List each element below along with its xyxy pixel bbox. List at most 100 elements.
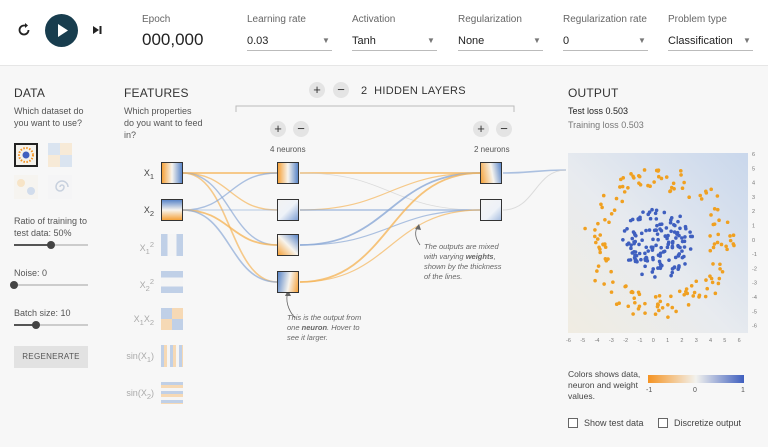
data-point-orange (642, 168, 647, 172)
data-point-orange (643, 301, 647, 306)
data-point-blue (639, 231, 644, 236)
data-point-blue (625, 227, 629, 231)
data-point-orange (652, 180, 656, 184)
remove-neuron-layer2-button[interactable]: − (496, 121, 512, 137)
data-point-blue (635, 259, 639, 264)
data-point-blue (676, 253, 681, 258)
data-point-blue (659, 228, 664, 233)
data-point-orange (732, 243, 736, 248)
data-point-orange (708, 234, 712, 238)
data-point-orange (715, 194, 720, 198)
data-point-orange (632, 176, 636, 180)
data-point-orange (604, 258, 609, 263)
data-point-blue (678, 245, 682, 250)
data-point-orange (691, 294, 696, 298)
show-test-data-checkbox[interactable] (568, 418, 578, 428)
data-point-orange (716, 232, 721, 237)
hidden-layers-title: 2 HIDDEN LAYERS (361, 85, 466, 97)
data-point-orange (646, 183, 650, 188)
neuron-l2-1[interactable] (480, 162, 502, 184)
discretize-output-checkbox[interactable] (658, 418, 668, 428)
remove-layer-button[interactable]: − (333, 82, 349, 98)
add-layer-button[interactable]: + (309, 82, 325, 98)
data-point-orange (664, 175, 669, 179)
x-tick-label: 1 (666, 338, 669, 344)
data-point-blue (670, 244, 675, 249)
data-point-orange (682, 180, 686, 185)
data-point-blue (655, 223, 659, 228)
data-point-blue (646, 249, 651, 253)
data-point-orange (626, 304, 631, 309)
data-point-blue (625, 242, 630, 247)
data-point-blue (651, 237, 655, 242)
data-point-orange (709, 187, 713, 192)
show-test-data-label: Show test data (584, 418, 644, 428)
data-point-orange (658, 299, 663, 304)
data-point-orange (669, 294, 673, 299)
neuron-l1-4[interactable] (277, 271, 299, 293)
data-point-orange (669, 185, 674, 190)
data-point-blue (670, 267, 675, 271)
data-point-orange (653, 312, 658, 317)
y-tick-label: 4 (752, 181, 755, 187)
data-point-orange (638, 182, 643, 187)
data-point-blue (666, 233, 670, 238)
data-point-orange (728, 234, 732, 238)
data-point-orange (682, 292, 686, 297)
y-tick-label: 3 (752, 195, 755, 201)
data-point-orange (678, 169, 683, 173)
neuron-l2-2[interactable] (480, 199, 502, 221)
y-tick-label: -1 (752, 252, 757, 258)
data-point-blue (654, 217, 659, 221)
neuron-l1-3[interactable] (277, 234, 299, 256)
data-point-blue (640, 272, 644, 277)
neuron-l1-2[interactable] (277, 199, 299, 221)
data-point-blue (662, 249, 667, 254)
data-point-orange (596, 264, 601, 268)
add-neuron-layer2-button[interactable]: + (473, 121, 489, 137)
data-point-blue (628, 258, 633, 262)
data-point-orange (593, 278, 597, 283)
data-point-orange (660, 306, 665, 310)
neuron-l1-1[interactable] (277, 162, 299, 184)
data-point-orange (643, 311, 647, 315)
hidden-layers-label: HIDDEN LAYERS (374, 85, 466, 97)
data-point-orange (657, 308, 661, 313)
data-point-orange (600, 205, 604, 210)
weight-link (182, 209, 278, 283)
data-point-blue (674, 236, 678, 240)
data-point-orange (710, 280, 715, 285)
data-point-orange (704, 191, 709, 195)
remove-neuron-layer1-button[interactable]: − (293, 121, 309, 137)
output-heading: OUTPUT (568, 86, 619, 100)
training-loss-value: 0.503 (621, 120, 644, 130)
data-point-blue (667, 258, 671, 262)
data-point-blue (655, 232, 660, 236)
data-point-blue (645, 259, 650, 263)
data-point-orange (630, 290, 635, 295)
data-point-blue (640, 238, 644, 243)
data-point-blue (678, 214, 682, 219)
y-tick-label: -4 (752, 295, 757, 301)
data-point-orange (629, 172, 633, 176)
data-point-orange (617, 301, 621, 305)
data-point-orange (602, 282, 606, 286)
data-point-orange (631, 312, 635, 316)
data-point-blue (676, 219, 680, 224)
output-heatmap[interactable]: 6 5 4 3 2 1 0 -1 -2 -3 -4 -5 -6 -6 -5 -4 -3 -2 -1 0 1 2 3 4 5 6 (565, 150, 765, 345)
hidden-layers-bracket (235, 105, 515, 112)
data-point-blue (637, 242, 641, 247)
weight-link (182, 209, 278, 246)
data-point-blue (672, 222, 676, 227)
data-point-orange (598, 233, 603, 237)
data-point-orange (694, 279, 699, 284)
data-point-blue (670, 241, 675, 245)
data-point-blue (633, 253, 637, 258)
data-point-blue (641, 210, 645, 214)
x-axis-ticks: -6 -5 -4 -3 -2 -1 0 1 2 3 4 5 6 (566, 338, 741, 344)
data-point-orange (711, 222, 716, 227)
add-neuron-layer1-button[interactable]: + (270, 121, 286, 137)
data-point-blue (629, 246, 633, 251)
test-loss: Test loss 0.503 (568, 106, 629, 116)
x-tick-label: -5 (580, 338, 585, 344)
